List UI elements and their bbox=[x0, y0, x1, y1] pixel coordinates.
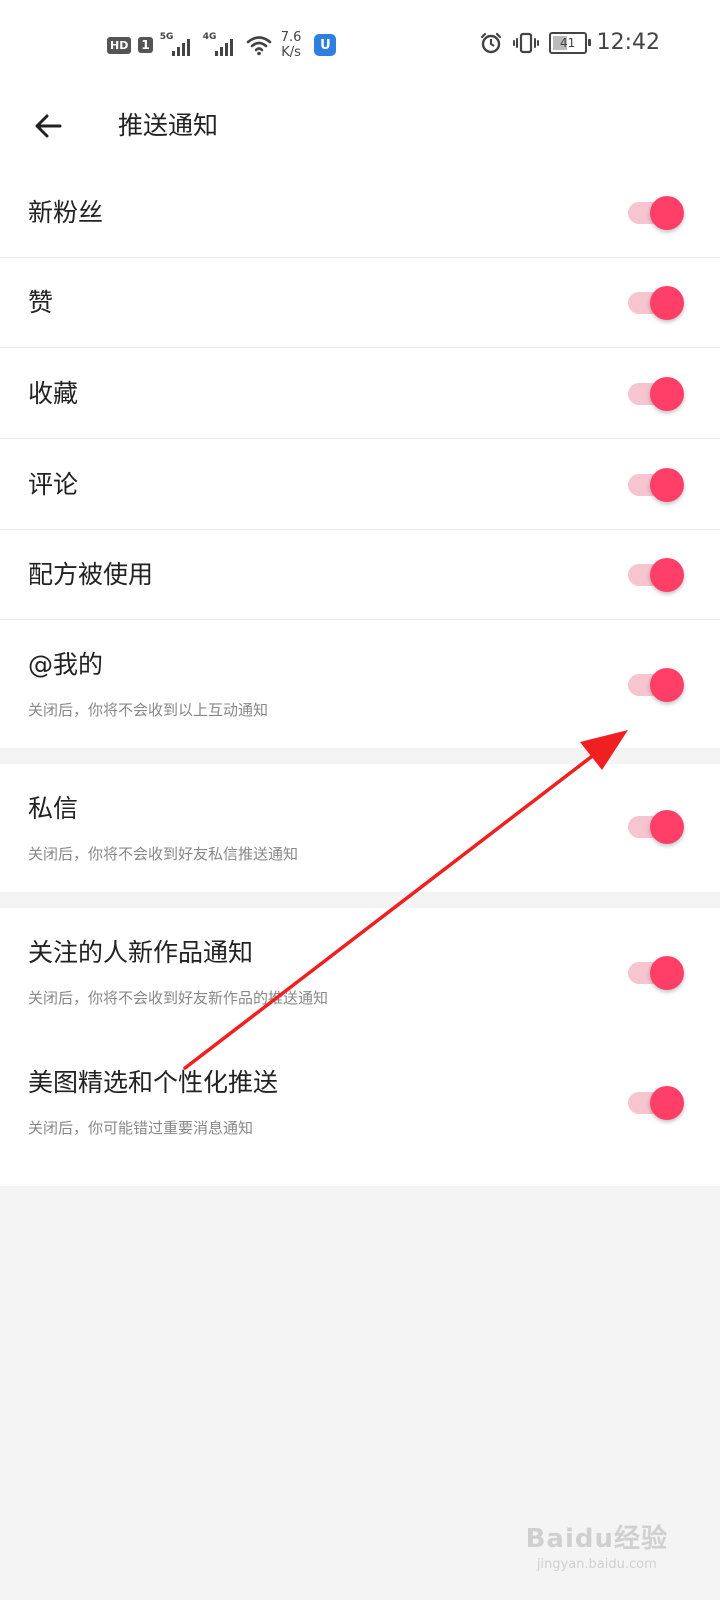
network-speed-value: 7.6 bbox=[280, 30, 302, 45]
setting-label: 美图精选和个性化推送 bbox=[28, 1068, 279, 1097]
baidu-watermark: Baidu经验 jingyan.baidu.com bbox=[526, 1518, 668, 1572]
setting-label: 新粉丝 bbox=[28, 198, 104, 227]
setting-description: 关闭后，你将不会收到好友私信推送通知 bbox=[28, 845, 299, 863]
setting-description: 关闭后，你将不会收到以上互动通知 bbox=[28, 701, 269, 719]
following-new-works-toggle[interactable] bbox=[628, 952, 684, 992]
comments-toggle[interactable] bbox=[628, 464, 684, 504]
setting-label: 收藏 bbox=[28, 379, 79, 408]
signal-5g-icon: 5G bbox=[160, 32, 196, 58]
setting-label: 评论 bbox=[28, 470, 79, 499]
setting-row-recipe-used: 配方被使用 bbox=[0, 530, 720, 620]
setting-row-comments: 评论 bbox=[0, 439, 720, 530]
content-section: 关注的人新作品通知 关闭后，你将不会收到好友新作品的推送通知 美图精选和个性化推… bbox=[0, 908, 720, 1186]
status-left: HD 1 5G 4G 7.6 K/s U bbox=[107, 30, 337, 60]
setting-row-personalized-push: 美图精选和个性化推送 关闭后，你可能错过重要消息通知 bbox=[0, 1040, 720, 1186]
back-arrow-icon bbox=[35, 114, 62, 138]
recipe-used-toggle[interactable] bbox=[628, 554, 684, 594]
setting-label: 私信 bbox=[28, 794, 79, 823]
network-speed-unit: K/s bbox=[281, 45, 301, 60]
watermark-logo-text: Baidu经验 bbox=[525, 1524, 668, 1554]
setting-row-following-new-works: 关注的人新作品通知 关闭后，你将不会收到好友新作品的推送通知 bbox=[0, 908, 720, 1040]
signal-4g-icon: 4G bbox=[203, 32, 239, 58]
setting-row-likes: 赞 bbox=[0, 258, 720, 348]
hd-badge: HD bbox=[107, 36, 132, 54]
setting-description: 关闭后，你可能错过重要消息通知 bbox=[28, 1119, 254, 1137]
setting-label: 配方被使用 bbox=[28, 560, 154, 589]
watermark-url: jingyan.baidu.com bbox=[536, 1557, 657, 1572]
page-title: 推送通知 bbox=[118, 111, 219, 140]
interaction-section: 新粉丝 赞 收藏 评论 配方被使用 @我的 关闭后，你将不会收到以上互动通知 bbox=[0, 168, 720, 748]
setting-label: 关注的人新作品通知 bbox=[28, 938, 254, 967]
network-speed: 7.6 K/s bbox=[281, 30, 302, 60]
back-button[interactable] bbox=[28, 106, 68, 146]
status-bar: HD 1 5G 4G 7.6 K/s U 41 12:42 bbox=[0, 0, 720, 92]
clock: 12:42 bbox=[596, 30, 660, 55]
favorites-toggle[interactable] bbox=[628, 373, 684, 413]
setting-row-private-messages: 私信 关闭后，你将不会收到好友私信推送通知 bbox=[0, 764, 720, 892]
wifi-icon bbox=[246, 36, 272, 56]
messages-section: 私信 关闭后，你将不会收到好友私信推送通知 bbox=[0, 764, 720, 892]
battery-icon: 41 bbox=[548, 31, 591, 54]
app-notification-icon: U bbox=[314, 34, 337, 56]
setting-label: 赞 bbox=[28, 288, 54, 317]
sim-badge: 1 bbox=[138, 37, 153, 53]
personalized-push-toggle[interactable] bbox=[628, 1082, 684, 1122]
alarm-icon bbox=[480, 32, 501, 53]
status-right: 41 12:42 bbox=[479, 30, 660, 55]
battery-level: 41 bbox=[559, 35, 576, 50]
private-messages-toggle[interactable] bbox=[628, 806, 684, 846]
setting-label: @我的 bbox=[28, 650, 104, 679]
app-header: 推送通知 bbox=[0, 92, 720, 168]
vibrate-icon bbox=[512, 32, 539, 53]
likes-toggle[interactable] bbox=[628, 282, 684, 322]
mentions-toggle[interactable] bbox=[628, 664, 684, 704]
setting-row-mentions: @我的 关闭后，你将不会收到以上互动通知 bbox=[0, 620, 720, 748]
setting-row-new-followers: 新粉丝 bbox=[0, 168, 720, 258]
setting-row-favorites: 收藏 bbox=[0, 348, 720, 439]
setting-description: 关闭后，你将不会收到好友新作品的推送通知 bbox=[28, 989, 329, 1007]
new-followers-toggle[interactable] bbox=[628, 192, 684, 232]
